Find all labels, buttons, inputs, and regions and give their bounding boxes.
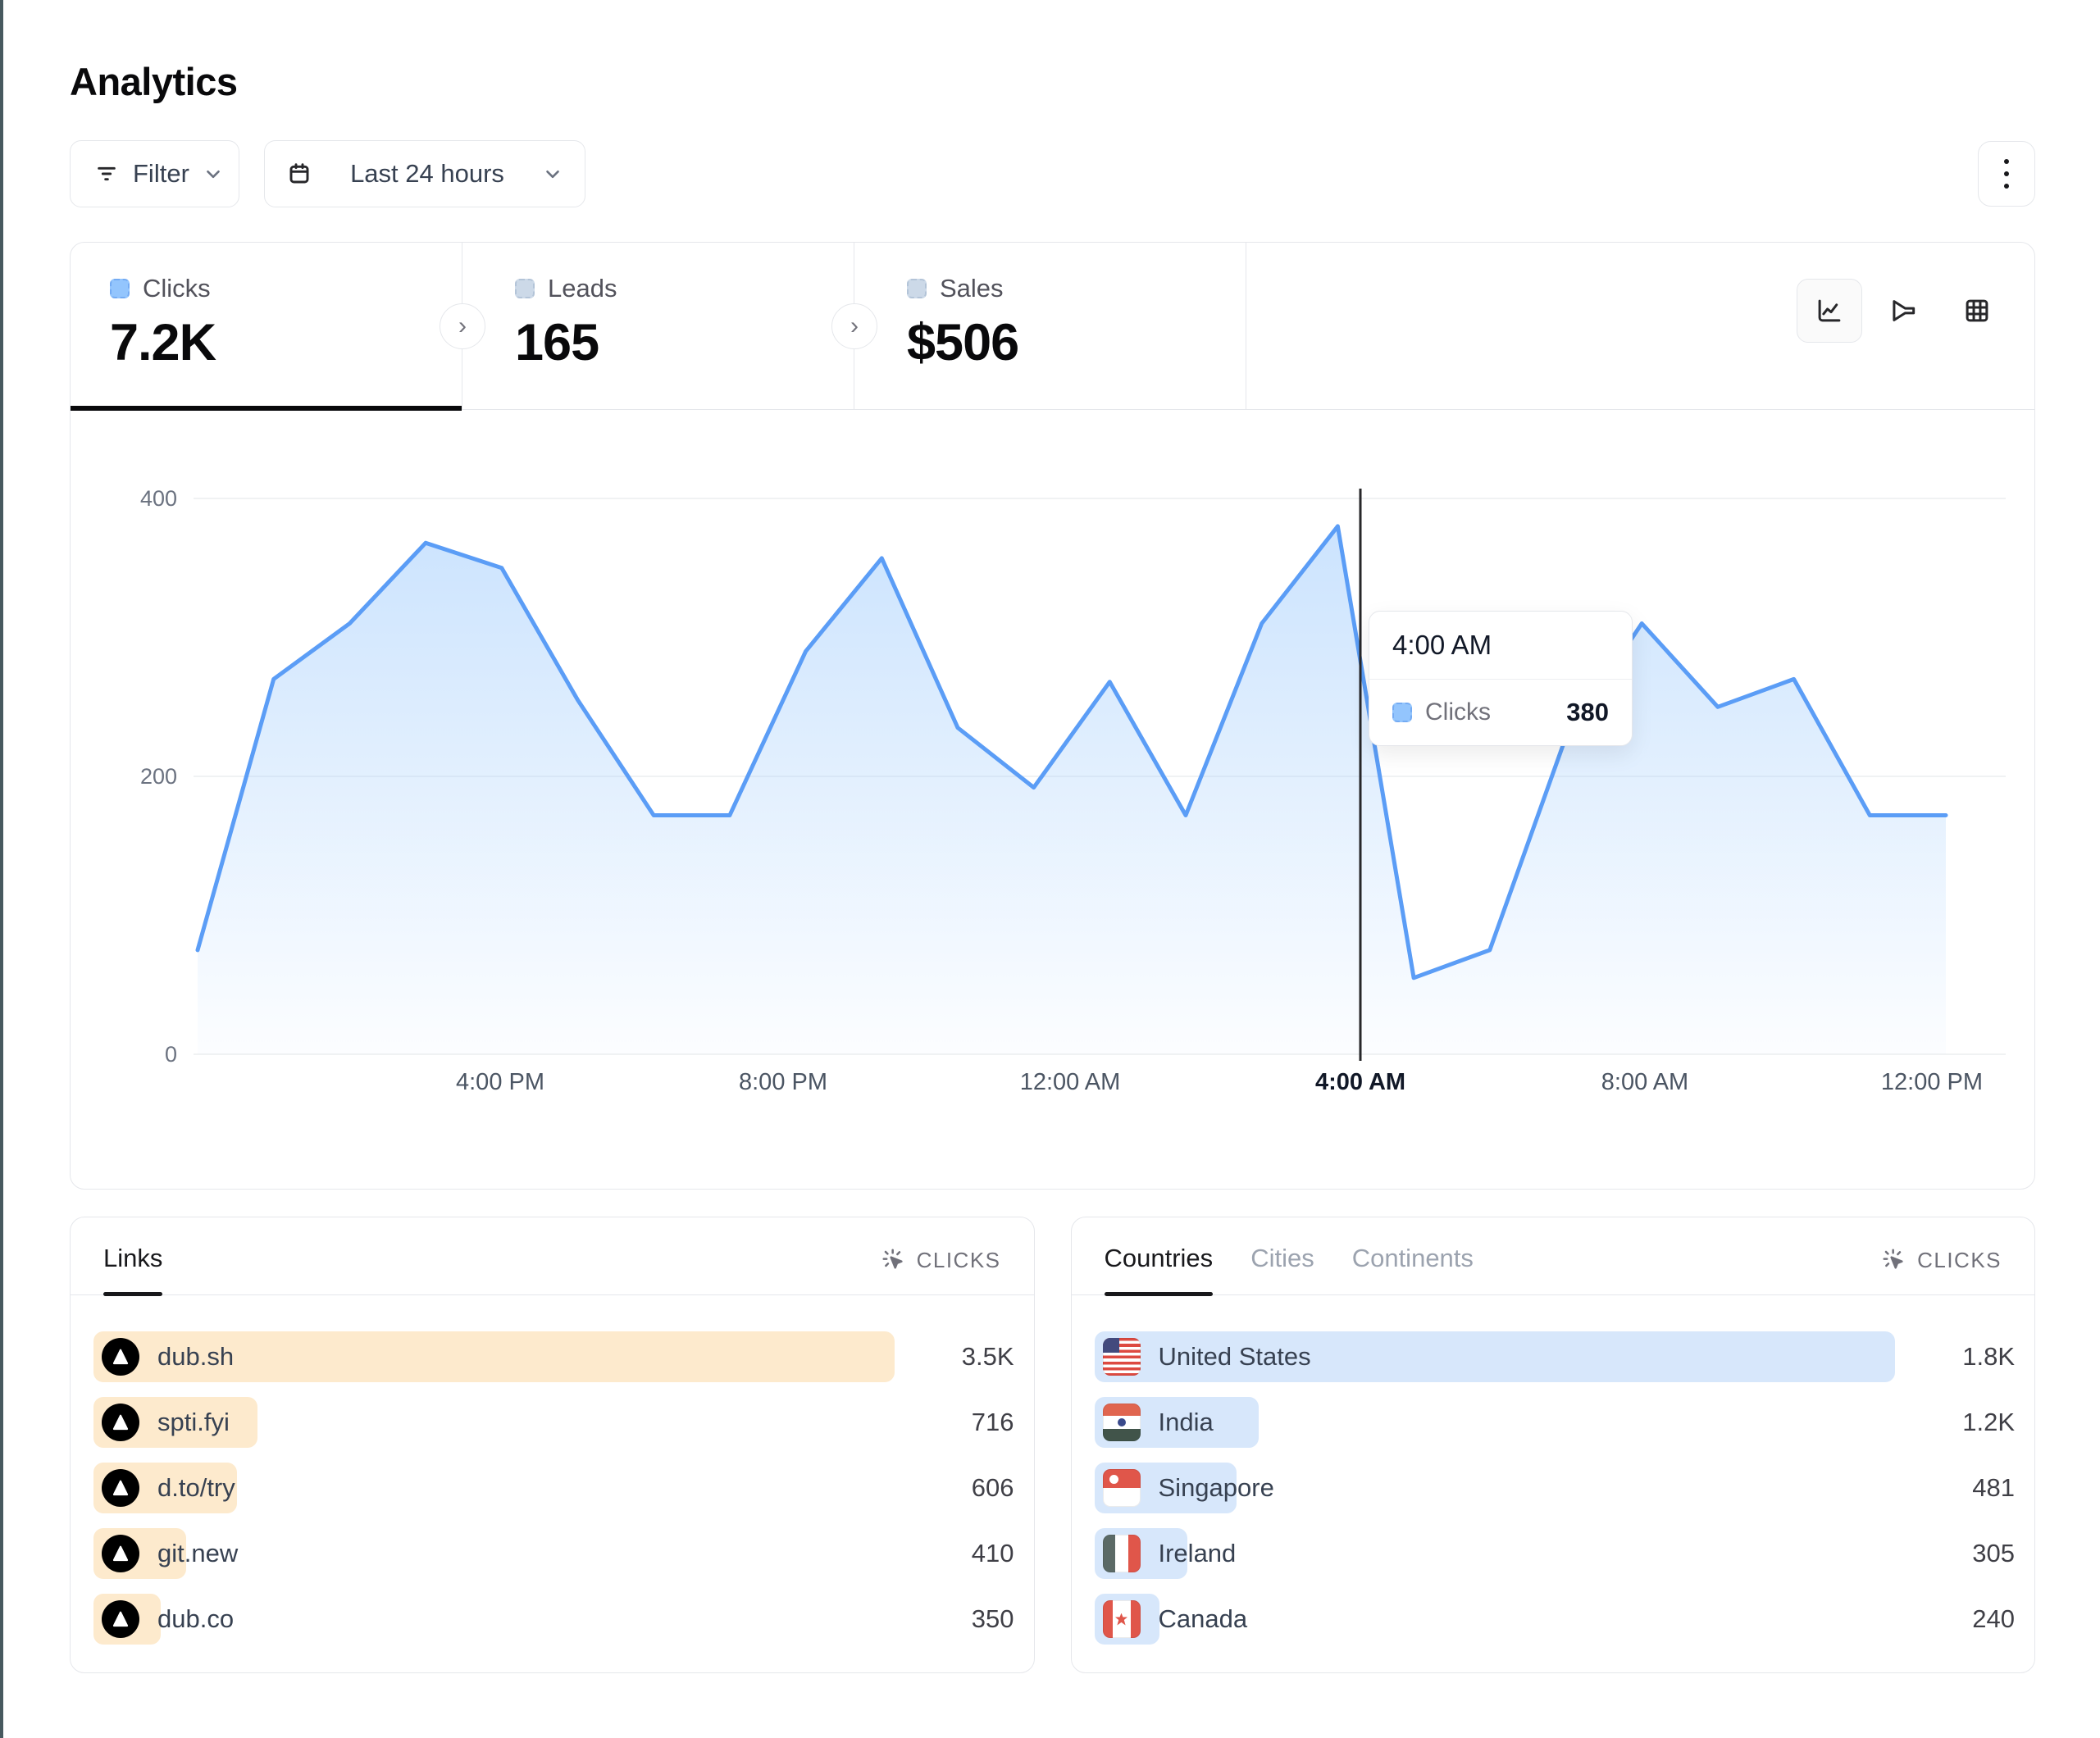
country-row-india[interactable]: India 1.2K (1095, 1397, 2016, 1448)
link-avatar (102, 1469, 139, 1507)
line-chart-view-button[interactable] (1797, 279, 1862, 343)
row-value: 481 (1916, 1473, 2015, 1503)
y-tick-label: 0 (79, 1042, 177, 1067)
link-row-d.to/try[interactable]: d.to/try 606 (93, 1463, 1014, 1513)
row-value: 410 (916, 1539, 1014, 1568)
country-row-ireland[interactable]: Ireland 305 (1095, 1528, 2016, 1579)
filter-lines-icon (93, 161, 120, 187)
row-label: Ireland (1159, 1539, 1237, 1568)
row-label: dub.sh (157, 1342, 234, 1372)
analytics-chart-card: Clicks 7.2K Leads 165 Sales $506 › › (70, 242, 2035, 1190)
filter-button[interactable]: Filter (70, 140, 239, 207)
expand-clicks-chevron-button[interactable]: › (440, 303, 485, 349)
page-title: Analytics (70, 59, 2035, 104)
date-range-label: Last 24 hours (327, 159, 527, 189)
y-tick-label: 400 (79, 486, 177, 512)
row-value: 1.8K (1916, 1342, 2015, 1372)
row-label: dub.co (157, 1604, 234, 1634)
country-row-singapore[interactable]: Singapore 481 (1095, 1463, 2016, 1513)
dub-logo-icon (110, 1608, 131, 1630)
chevron-down-icon (542, 163, 563, 184)
funnel-icon (1888, 295, 1919, 326)
y-tick-label: 200 (79, 764, 177, 789)
flag-sg-icon (1103, 1469, 1141, 1507)
row-label: d.to/try (157, 1473, 235, 1503)
calendar-icon (286, 161, 312, 187)
dub-logo-icon (110, 1543, 131, 1564)
dub-logo-icon (110, 1346, 131, 1367)
x-tick-label: 4:00 PM (456, 1069, 544, 1096)
x-tick-label: 4:00 AM (1315, 1069, 1405, 1096)
tab-countries[interactable]: Countries (1105, 1244, 1214, 1273)
row-label: India (1159, 1408, 1214, 1437)
link-row-git.new[interactable]: git.new 410 (93, 1528, 1014, 1579)
line-chart-icon (1814, 295, 1845, 326)
more-options-button[interactable] (1978, 141, 2035, 207)
tab-cities[interactable]: Cities (1250, 1244, 1314, 1273)
row-label: Singapore (1159, 1473, 1274, 1503)
row-value: 3.5K (916, 1342, 1014, 1372)
row-label: Canada (1159, 1604, 1248, 1634)
link-avatar (102, 1600, 139, 1638)
geo-metric-selector[interactable]: CLICKS (1881, 1247, 2002, 1273)
row-value: 716 (916, 1408, 1014, 1437)
dub-logo-icon (110, 1412, 131, 1433)
filter-button-label: Filter (133, 159, 189, 189)
x-tick-label: 8:00 AM (1601, 1069, 1688, 1096)
link-avatar (102, 1404, 139, 1441)
links-list: dub.sh 3.5K spti.fyi 716 d.to/try 606 git.new 4… (71, 1295, 1034, 1645)
row-value: 350 (916, 1604, 1014, 1634)
links-panel: Links CLICKS dub.sh 3.5K spti.fyi 716 d.to/t… (70, 1217, 1035, 1673)
flag-us-icon (1103, 1338, 1141, 1376)
x-tick-label: 12:00 PM (1881, 1069, 1983, 1096)
toolbar: Filter Last 24 hours (70, 140, 2035, 207)
dub-logo-icon (110, 1477, 131, 1499)
tooltip-value: 380 (1566, 698, 1609, 727)
kebab-menu-icon (2004, 159, 2009, 164)
analytics-page: Analytics Filter (70, 0, 2035, 1673)
link-avatar (102, 1535, 139, 1572)
link-row-dub.co[interactable]: dub.co 350 (93, 1594, 1014, 1645)
flag-ie-icon (1103, 1535, 1141, 1572)
chart-tooltip: 4:00 AM Clicks 380 (1369, 611, 1633, 746)
countries-list: United States 1.8K India 1.2K Singapore 481 Ir… (1072, 1295, 2035, 1645)
chevron-down-icon (203, 163, 224, 184)
row-label: git.new (157, 1539, 238, 1568)
x-tick-label: 8:00 PM (739, 1069, 827, 1096)
metric-label: CLICKS (917, 1248, 1001, 1273)
country-row-united-states[interactable]: United States 1.8K (1095, 1331, 2016, 1382)
table-view-button[interactable] (1944, 279, 2010, 343)
tooltip-series-label: Clicks (1425, 698, 1553, 726)
flag-in-icon (1103, 1404, 1141, 1441)
row-value: 1.2K (1916, 1408, 2015, 1437)
cursor-click-icon (1881, 1247, 1907, 1273)
table-grid-icon (1961, 295, 1993, 326)
link-row-spti.fyi[interactable]: spti.fyi 716 (93, 1397, 1014, 1448)
funnel-view-button[interactable] (1870, 279, 1936, 343)
row-label: spti.fyi (157, 1408, 230, 1437)
row-label: United States (1159, 1342, 1311, 1372)
clicks-legend-icon (1392, 703, 1412, 722)
tab-links[interactable]: Links (103, 1244, 162, 1273)
row-value: 606 (916, 1473, 1014, 1503)
flag-ca-icon (1103, 1600, 1141, 1638)
row-value: 305 (1916, 1539, 2015, 1568)
chart-canvas (71, 243, 2036, 1190)
date-range-button[interactable]: Last 24 hours (264, 140, 585, 207)
row-value: 240 (1916, 1604, 2015, 1634)
cursor-click-icon (881, 1247, 907, 1273)
chart-type-toggle (1797, 279, 2010, 343)
metric-label: CLICKS (1917, 1248, 2002, 1273)
expand-leads-chevron-button[interactable]: › (831, 303, 877, 349)
x-tick-label: 12:00 AM (1020, 1069, 1121, 1096)
tab-continents[interactable]: Continents (1352, 1244, 1474, 1273)
clicks-time-series-chart[interactable]: 400 200 0 4:00 PM 8:00 PM 12:00 AM 4:00 AM 8:0… (71, 243, 2036, 1190)
geo-panel: Countries Cities Continents CLICKS Unite… (1071, 1217, 2036, 1673)
link-row-dub.sh[interactable]: dub.sh 3.5K (93, 1331, 1014, 1382)
links-metric-selector[interactable]: CLICKS (881, 1247, 1001, 1273)
country-row-canada[interactable]: Canada 240 (1095, 1594, 2016, 1645)
link-avatar (102, 1338, 139, 1376)
tooltip-time: 4:00 AM (1369, 612, 1632, 680)
